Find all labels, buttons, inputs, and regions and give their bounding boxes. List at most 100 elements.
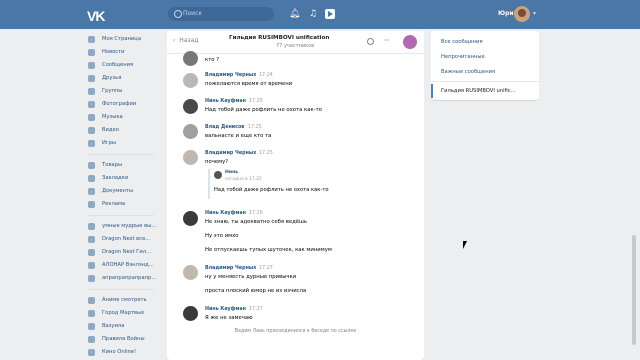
avatar[interactable] [514, 6, 530, 22]
message-text: Не знаю, ты адекватно себя ведёшь [205, 219, 308, 225]
bell-icon[interactable]: 🔔︎ [289, 9, 300, 19]
message-author[interactable]: Владимир Черных [205, 73, 256, 78]
avatar[interactable] [183, 51, 198, 66]
message-time: 17:26 [249, 211, 263, 216]
forwarded-message[interactable]: Нинь сегодня в 17:25 Над тобой даже рофл… [208, 169, 340, 199]
music-icon[interactable]: ♫ [309, 9, 317, 19]
more-icon[interactable]: ··· [384, 36, 390, 45]
search-icon [174, 10, 182, 18]
sidebar-item-label: Реклама [102, 201, 126, 207]
chat-avatar[interactable] [403, 35, 417, 49]
sidebar-item[interactable]: Dragon Nest Гил... [88, 246, 160, 259]
quote-author[interactable]: Нинь [225, 170, 238, 175]
sidebar-item-label: Кино Online! [102, 349, 137, 355]
sidebar-item[interactable]: Новости [88, 46, 160, 59]
message-text: кто ? [205, 57, 220, 63]
sidebar-item[interactable]: Товары [88, 159, 160, 172]
back-button[interactable]: ‹ Назад [173, 37, 198, 44]
sidebar-item[interactable]: Dragon Nest все... [88, 233, 160, 246]
sidebar-item[interactable]: Друзья [88, 72, 160, 85]
sidebar-item[interactable]: Фотографии [88, 98, 160, 111]
active-chat-label[interactable]: Гильдия RUSIMBOVI unific... [441, 88, 516, 94]
sidebar-item[interactable]: Музыка [88, 111, 160, 124]
scrollbar[interactable] [632, 235, 636, 345]
message-author[interactable]: Владимир Черных [205, 151, 256, 156]
sidebar-item-label: Музыка [102, 114, 123, 120]
avatar[interactable] [183, 306, 198, 321]
message-author[interactable]: Нинь Кауфман [205, 99, 246, 104]
chat-header: ‹ Назад Гильдия RUSIMBOVI unification 77… [167, 31, 424, 54]
avatar[interactable] [183, 124, 198, 139]
sidebar-item[interactable]: Сообщения [88, 59, 160, 72]
search-input[interactable]: Поиск [168, 7, 274, 21]
sidebar-divider [88, 215, 154, 216]
sidebar-item[interactable]: Город Мартвых [88, 307, 160, 320]
sidebar-item-label: Dragon Nest Гил... [102, 249, 151, 255]
sidebar-item-label: Сообщения [102, 62, 134, 68]
ads-icon [88, 201, 95, 208]
sidebar-item[interactable]: Кино Online! [88, 346, 160, 359]
app-icon [88, 310, 95, 317]
search-icon[interactable] [367, 38, 374, 45]
sidebar-item-label: Товары [102, 162, 122, 168]
message-text: Над тобой даже рофлить не охота как-то [205, 107, 322, 113]
avatar[interactable] [183, 265, 198, 280]
sidebar-item[interactable]: апрапрапрапрапр... [88, 272, 160, 285]
chevron-down-icon[interactable]: ▾ [533, 10, 536, 17]
sidebar-item-label: Видео [102, 127, 119, 133]
message-time: 17:27 [259, 266, 273, 271]
sidebar-item[interactable]: умные мудрые вы... [88, 220, 160, 233]
divider [431, 81, 539, 82]
sidebar-item-label: Группы [102, 88, 123, 94]
message-time: 17:25 [248, 125, 262, 130]
app-icon [88, 349, 95, 356]
filter-important[interactable]: Важные сообщения [441, 69, 495, 75]
messages-icon [88, 62, 95, 69]
message-text: Не отпускаешь тупых шуточек, как минимум [205, 247, 332, 253]
sidebar-item[interactable]: Правила Войны [88, 333, 160, 346]
sidebar-item[interactable]: Видео [88, 124, 160, 137]
sidebar-item[interactable]: Закладки [88, 172, 160, 185]
chat-title: Гильдия RUSIMBOVI unification [229, 35, 330, 41]
sidebar-item[interactable]: Вазуила [88, 320, 160, 333]
vk-logo[interactable]: VK [87, 8, 105, 24]
group-icon [88, 275, 95, 282]
filter-all[interactable]: Все сообщения [441, 39, 483, 45]
sidebar-item[interactable]: Моя Страница [88, 33, 160, 46]
home-icon [88, 36, 95, 43]
sidebar-item[interactable]: Игры [88, 137, 160, 150]
app-icon [88, 336, 95, 343]
message-author[interactable]: Владимир Черных [205, 266, 256, 271]
play-icon[interactable] [325, 9, 335, 19]
message-time: 17:25 [259, 151, 273, 156]
avatar[interactable] [183, 150, 198, 165]
documents-icon [88, 188, 95, 195]
message-author[interactable]: Влад Денисов [205, 125, 244, 130]
message-text: пожелаются время от времени [205, 81, 293, 87]
message-text: ну у меняесть дурные привычки [205, 274, 297, 280]
chat-members-count[interactable]: 77 участников [276, 43, 314, 49]
avatar[interactable] [183, 211, 198, 226]
quote-time: сегодня в 17:25 [225, 177, 262, 182]
sidebar-item-label: Аниме смотреть [102, 297, 147, 303]
bookmarks-icon [88, 175, 95, 182]
sidebar-item[interactable]: Группы [88, 85, 160, 98]
sidebar-item[interactable]: Документы [88, 185, 160, 198]
app-icon [88, 297, 95, 304]
group-icon [88, 262, 95, 269]
avatar[interactable] [183, 99, 198, 114]
message-text: проста плоский юмор не из изчисла [205, 288, 307, 294]
filter-unread[interactable]: Непрочитанные [441, 54, 485, 60]
message-author[interactable]: Нинь Кауфман [205, 307, 246, 312]
sidebar-item-label: Документы [102, 188, 134, 194]
sidebar-item-label: Закладки [102, 175, 129, 181]
search-placeholder: Поиск [183, 10, 203, 17]
top-bar: VK Поиск 🔔︎ ♫ Юрий ▾ [0, 0, 640, 29]
news-icon [88, 49, 95, 56]
sidebar-item[interactable]: АЛОНАР Вэнлэнд... [88, 259, 160, 272]
sidebar-item[interactable]: Реклама [88, 198, 160, 211]
sidebar-item[interactable]: Аниме смотреть [88, 294, 160, 307]
message-author[interactable]: Нинь Кауфман [205, 211, 246, 216]
avatar[interactable] [183, 73, 198, 88]
groups-icon [88, 88, 95, 95]
